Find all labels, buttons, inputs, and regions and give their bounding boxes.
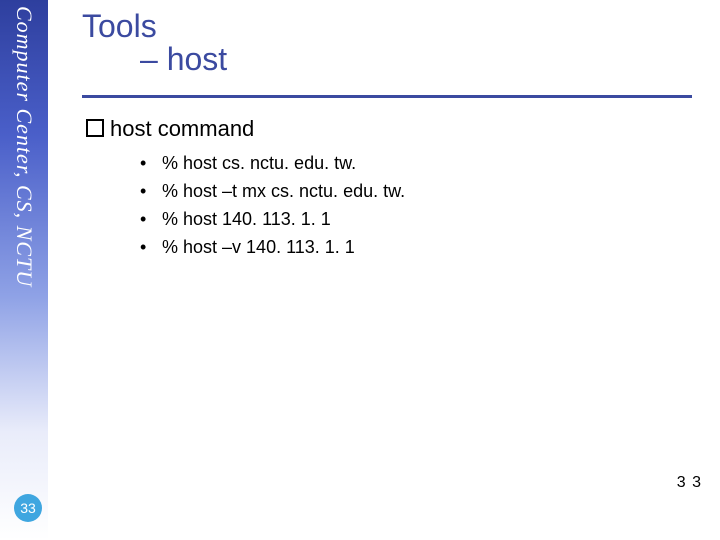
list-item: •% host 140. 113. 1. 1 <box>140 206 405 234</box>
sidebar-gradient: Computer Center, CS, NCTU <box>0 0 48 540</box>
command-list: •% host cs. nctu. edu. tw. •% host –t mx… <box>140 150 405 262</box>
command-text: % host –t mx cs. nctu. edu. tw. <box>162 181 405 201</box>
list-item: •% host –v 140. 113. 1. 1 <box>140 234 405 262</box>
page-number-right: 3 3 <box>677 474 702 492</box>
list-item: •% host –t mx cs. nctu. edu. tw. <box>140 178 405 206</box>
command-text: % host cs. nctu. edu. tw. <box>162 153 356 173</box>
bullet-dot-icon: • <box>140 178 162 206</box>
slide-title: Tools – host <box>82 8 227 78</box>
sidebar-org-label: Computer Center, CS, NCTU <box>11 6 37 287</box>
bullet-dot-icon: • <box>140 150 162 178</box>
title-line-2: – host <box>82 41 227 78</box>
title-underline <box>82 95 692 98</box>
section-heading: host command <box>86 116 254 142</box>
bullet-dot-icon: • <box>140 234 162 262</box>
list-item: •% host cs. nctu. edu. tw. <box>140 150 405 178</box>
section-heading-text: host command <box>110 116 254 141</box>
command-text: % host 140. 113. 1. 1 <box>162 209 331 229</box>
page-badge: 33 <box>14 494 42 522</box>
bullet-dot-icon: • <box>140 206 162 234</box>
command-text: % host –v 140. 113. 1. 1 <box>162 237 355 257</box>
title-line-1: Tools <box>82 8 227 45</box>
square-bullet-icon <box>86 119 104 137</box>
